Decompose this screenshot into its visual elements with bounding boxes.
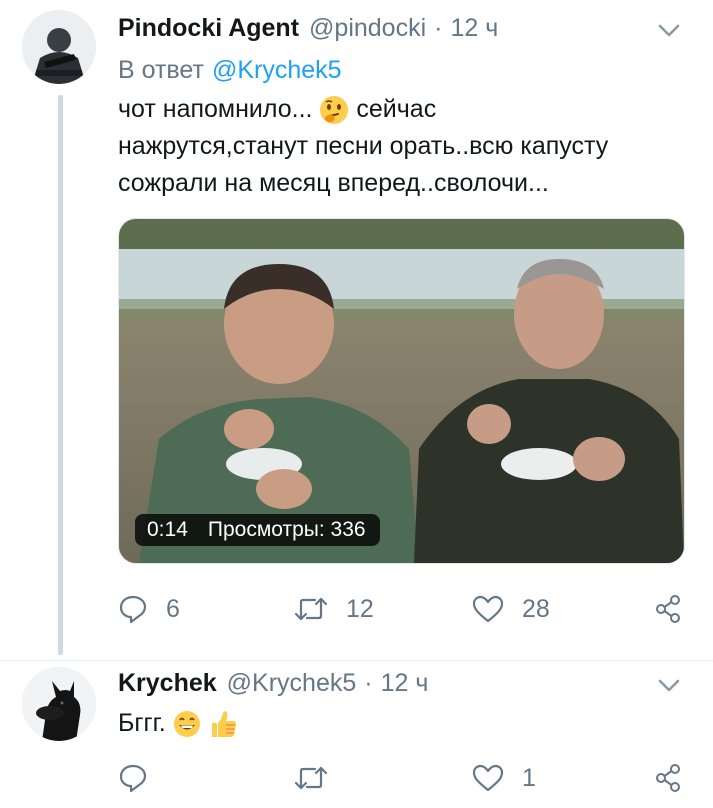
reply-mention-link[interactable]: @Krychek5	[212, 56, 342, 84]
tweet-header: Krychek @Krychek5 · 12 ч	[118, 669, 428, 698]
retweet-count: 12	[346, 594, 374, 623]
chevron-down-icon[interactable]	[658, 24, 680, 38]
tweet-text-segment: сейчас	[356, 95, 437, 123]
reply-context: В ответ @Krychek5	[118, 56, 342, 85]
avatar-image	[22, 10, 96, 84]
author-name[interactable]: Krychek	[118, 669, 217, 698]
video-player[interactable]: 0:14 Просмотры: 336	[118, 218, 685, 564]
share-button[interactable]	[653, 761, 683, 795]
separator-dot: ·	[434, 14, 443, 42]
reply-prefix: В ответ	[118, 56, 204, 84]
separator-dot: ·	[364, 669, 373, 697]
grinning-face-icon	[173, 711, 200, 738]
author-handle[interactable]: @pindocki	[309, 14, 426, 43]
thinking-face-icon	[320, 96, 349, 125]
like-button[interactable]: 28	[472, 592, 550, 626]
tweet-time[interactable]: 12 ч	[450, 14, 498, 43]
tweet-pindocki[interactable]: Pindocki Agent @pindocki · 12 ч В ответ @…	[0, 0, 713, 660]
author-handle[interactable]: @Krychek5	[227, 669, 357, 698]
reply-icon	[119, 764, 147, 793]
tweet-actions: 1	[118, 761, 683, 795]
retweet-button[interactable]: 12	[294, 592, 374, 626]
retweet-button[interactable]	[294, 761, 346, 795]
avatar-krychek[interactable]	[22, 667, 96, 741]
tweet-actions: 6 12 28	[118, 592, 683, 626]
thumbs-up-icon	[211, 711, 236, 738]
share-icon	[656, 595, 680, 623]
video-views: Просмотры: 336	[207, 518, 366, 541]
share-button[interactable]	[653, 592, 683, 626]
reply-count: 6	[166, 594, 180, 623]
tweet-krychek[interactable]: Krychek @Krychek5 · 12 ч Бггг. 1	[0, 661, 713, 808]
reply-button[interactable]: 6	[118, 592, 180, 626]
tweet-header: Pindocki Agent @pindocki · 12 ч	[118, 14, 498, 43]
tweet-text-segment: Бггг.	[118, 709, 166, 737]
video-thumbnail	[119, 219, 684, 563]
tweet-text-line: нажрутся,станут песни орать..всю капусту	[118, 132, 609, 160]
tweet-text-line: чот напомнило... сейчас	[118, 91, 608, 128]
author-name[interactable]: Pindocki Agent	[118, 14, 299, 43]
avatar-pindocki[interactable]	[22, 10, 96, 84]
tweet-text: Бггг.	[118, 705, 238, 742]
retweet-icon	[294, 597, 328, 621]
video-info-badge: 0:14 Просмотры: 336	[135, 514, 380, 546]
reply-button[interactable]	[118, 761, 166, 795]
like-button[interactable]: 1	[472, 761, 536, 795]
reply-icon	[119, 595, 147, 624]
thread-line	[58, 95, 63, 655]
tweet-text: чот напомнило... сейчас нажрутся,станут …	[118, 91, 608, 202]
like-count: 1	[522, 763, 536, 792]
tweet-text-line: сожрали на месяц вперед..сволочи...	[118, 169, 549, 197]
retweet-icon	[294, 766, 328, 790]
avatar-image	[22, 667, 96, 741]
video-duration: 0:14	[147, 518, 188, 541]
share-icon	[656, 764, 680, 792]
heart-icon	[472, 595, 504, 623]
tweet-time[interactable]: 12 ч	[381, 669, 429, 698]
like-count: 28	[522, 594, 550, 623]
heart-icon	[472, 764, 504, 792]
chevron-down-icon[interactable]	[658, 679, 680, 693]
tweet-text-segment: чот напомнило...	[118, 95, 313, 123]
